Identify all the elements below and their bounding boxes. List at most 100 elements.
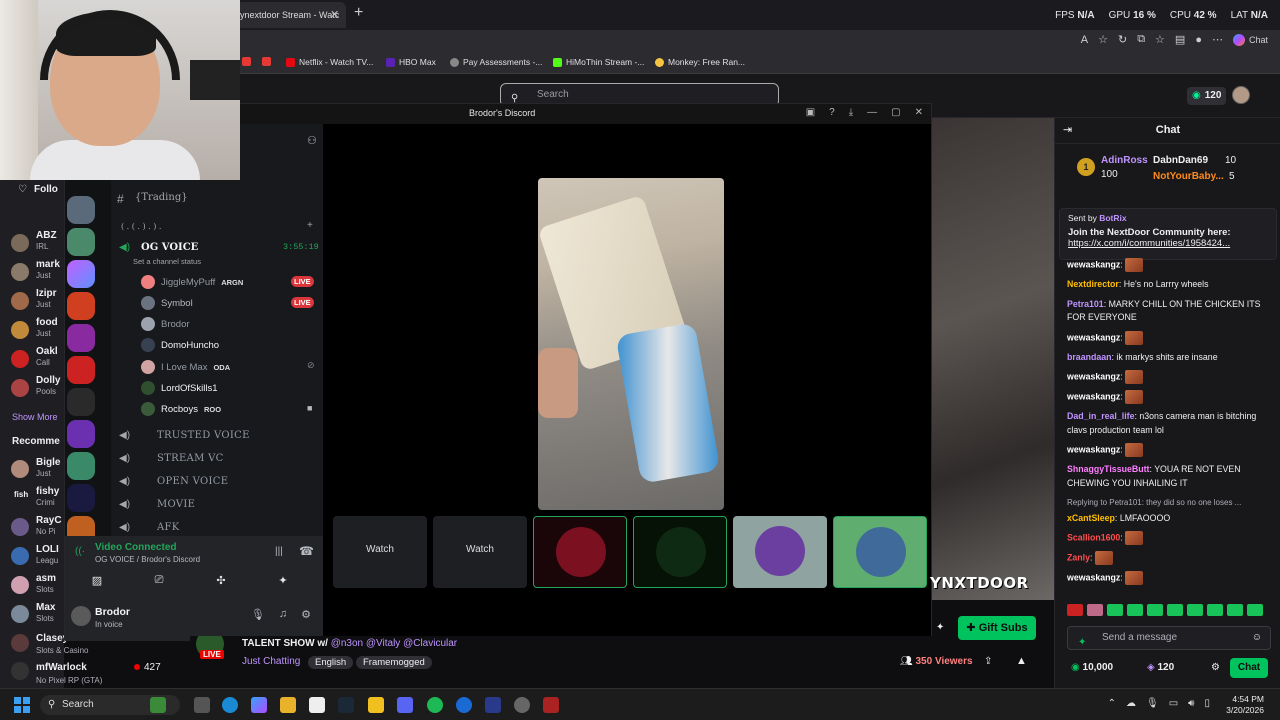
- collections-icon[interactable]: ▤: [1175, 33, 1185, 46]
- voice-location[interactable]: OG VOICE / Brodor's Discord: [95, 555, 200, 564]
- help-icon[interactable]: ?: [829, 107, 835, 118]
- volume-icon[interactable]: 🔊︎: [1188, 698, 1194, 709]
- chat-message[interactable]: ShnaggyTissueButt: YOUA RE NOT EVEN CHEW…: [1067, 463, 1277, 490]
- emote-icon[interactable]: [1067, 604, 1083, 616]
- taskbar-clock[interactable]: 4:54 PM 3/20/2026: [1226, 694, 1264, 716]
- settings-gear-icon[interactable]: ⚙: [301, 608, 311, 621]
- avatar[interactable]: [71, 606, 91, 626]
- channel-avatar[interactable]: [11, 576, 29, 594]
- channel-avatar[interactable]: [11, 605, 29, 623]
- store-icon[interactable]: [309, 697, 325, 713]
- stream-category[interactable]: Just Chatting: [242, 656, 300, 667]
- channel-avatar[interactable]: [11, 321, 29, 339]
- chat-username[interactable]: Nextdirector: [1067, 279, 1119, 289]
- bookmark-pay-assessments[interactable]: Pay Assessments -...: [450, 57, 542, 67]
- participant-tile[interactable]: [833, 516, 927, 588]
- chat-message[interactable]: wewaskangz:: [1067, 370, 1277, 384]
- edge-icon[interactable]: [222, 697, 238, 713]
- taskbar-widget-icon[interactable]: [150, 697, 166, 713]
- chat-username[interactable]: ShnaggyTissueButt: [1067, 464, 1149, 474]
- chat-message[interactable]: Zanly:: [1067, 551, 1277, 565]
- pinned-link[interactable]: https://x.com/i/communities/1958424...: [1068, 238, 1268, 249]
- soundboard-icon[interactable]: |||: [275, 546, 283, 557]
- emote-icon[interactable]: [1167, 604, 1183, 616]
- channel-points-badge[interactable]: ◉ 120: [1187, 87, 1227, 105]
- chat-username[interactable]: xCantSleep: [1067, 513, 1115, 523]
- chat-message[interactable]: xCantSleep: LMFAOOOO: [1067, 512, 1277, 526]
- chat-message[interactable]: wewaskangz:: [1067, 258, 1277, 272]
- chat-send-button[interactable]: Chat: [1230, 658, 1268, 678]
- chat-username[interactable]: wewaskangz: [1067, 391, 1120, 401]
- channel-name[interactable]: food: [36, 317, 58, 328]
- windows-start-icon[interactable]: [14, 697, 30, 713]
- emote-icon[interactable]: [1127, 604, 1143, 616]
- favorites-icon[interactable]: ☆: [1155, 33, 1165, 46]
- share-icon[interactable]: ⇪: [984, 656, 992, 667]
- voice-member[interactable]: DomoHuncho: [141, 338, 219, 352]
- chat-message[interactable]: wewaskangz:: [1067, 571, 1277, 585]
- channel-status[interactable]: Set a channel status: [133, 257, 201, 266]
- inbox-icon[interactable]: ▣: [806, 107, 815, 118]
- chat-username[interactable]: Dad_in_real_life: [1067, 411, 1134, 421]
- emote-icon[interactable]: [1187, 604, 1203, 616]
- chat-username[interactable]: Petra101: [1067, 299, 1104, 309]
- leaderboard-user[interactable]: NotYourBaby...: [1153, 171, 1224, 182]
- headphones-icon[interactable]: ♫: [279, 608, 287, 621]
- chat-settings-icon[interactable]: ⚙: [1211, 662, 1220, 673]
- channel-name[interactable]: Bigle: [36, 457, 60, 468]
- channel-name[interactable]: mfWarlock: [36, 662, 87, 673]
- channel-name[interactable]: RayC: [36, 515, 62, 526]
- chat-message[interactable]: Dad_in_real_life: n3ons camera man is bi…: [1067, 410, 1277, 437]
- channel-name[interactable]: asm: [36, 573, 56, 584]
- maximize-icon[interactable]: ▢: [891, 107, 900, 118]
- stream-title-mentions[interactable]: @n3on @Vitaly @Clavicular: [331, 638, 457, 649]
- server-icon[interactable]: [67, 420, 95, 448]
- settings-app-icon[interactable]: [514, 697, 530, 713]
- discord-icon[interactable]: [397, 697, 413, 713]
- user-avatar[interactable]: [1232, 86, 1250, 104]
- microphone-icon[interactable]: 🎙︎: [251, 608, 265, 621]
- participant-tile[interactable]: [633, 516, 727, 588]
- chat-message[interactable]: wewaskangz:: [1067, 390, 1277, 404]
- chat-message[interactable]: braandaan: ik markys shits are insane: [1067, 351, 1277, 365]
- points-balance[interactable]: ◉ 10,000: [1071, 662, 1113, 673]
- chat-username[interactable]: wewaskangz: [1067, 259, 1120, 269]
- emoji-icon[interactable]: ☺: [1252, 627, 1262, 649]
- server-icon[interactable]: [67, 452, 95, 480]
- bookmark-hbo-max[interactable]: HBO Max: [386, 57, 436, 67]
- channel-trading[interactable]: {Trading}: [135, 192, 188, 203]
- toggle-camera-button[interactable]: ▨: [71, 570, 123, 590]
- bookmark-monkey[interactable]: Monkey: Free Ran...: [655, 57, 745, 67]
- server-icon[interactable]: [67, 484, 95, 512]
- pinned-message[interactable]: Sent by BotRix Join the NextDoor Communi…: [1059, 208, 1277, 260]
- server-icon[interactable]: [67, 260, 95, 288]
- sticky-notes-icon[interactable]: [368, 697, 384, 713]
- battery-icon[interactable]: ▯: [1204, 698, 1210, 709]
- show-more-link[interactable]: Show More: [12, 412, 58, 422]
- participant-tile[interactable]: [533, 516, 627, 588]
- copilot-button[interactable]: Chat: [1232, 33, 1268, 46]
- profile-icon[interactable]: ●: [1195, 34, 1202, 46]
- youtube-bookmark-icon-2[interactable]: [262, 57, 271, 66]
- cloud-icon[interactable]: ☁: [1126, 698, 1136, 709]
- channel-og-voice[interactable]: OG VOICE: [141, 242, 198, 253]
- voice-member[interactable]: Rocboys ROO: [141, 402, 221, 416]
- server-icon[interactable]: [67, 324, 95, 352]
- server-icon[interactable]: [67, 356, 95, 384]
- user-name[interactable]: Brodor: [95, 606, 130, 618]
- chat-message[interactable]: Scallion1600:: [1067, 531, 1277, 545]
- emote-icon[interactable]: ✦: [1078, 632, 1086, 654]
- chat-reply-context[interactable]: Replying to Petra101: they did so no one…: [1067, 496, 1277, 510]
- channel-avatar[interactable]: [11, 460, 29, 478]
- server-icon[interactable]: [67, 196, 95, 224]
- voice-member[interactable]: Brodor: [141, 317, 190, 331]
- channel-trusted-voice[interactable]: TRUSTED VOICE: [157, 430, 250, 441]
- category-header[interactable]: ( . ( . ) . ) .: [121, 222, 161, 231]
- mic-tray-icon[interactable]: 🎙︎: [1146, 698, 1159, 709]
- steam-icon[interactable]: [338, 697, 354, 713]
- youtube-bookmark-icon[interactable]: [242, 57, 251, 66]
- participant-tile[interactable]: [733, 516, 827, 588]
- minimize-icon[interactable]: —: [867, 107, 877, 118]
- channel-avatar[interactable]: [11, 234, 29, 252]
- tray-overflow-icon[interactable]: ⌃: [1108, 698, 1116, 709]
